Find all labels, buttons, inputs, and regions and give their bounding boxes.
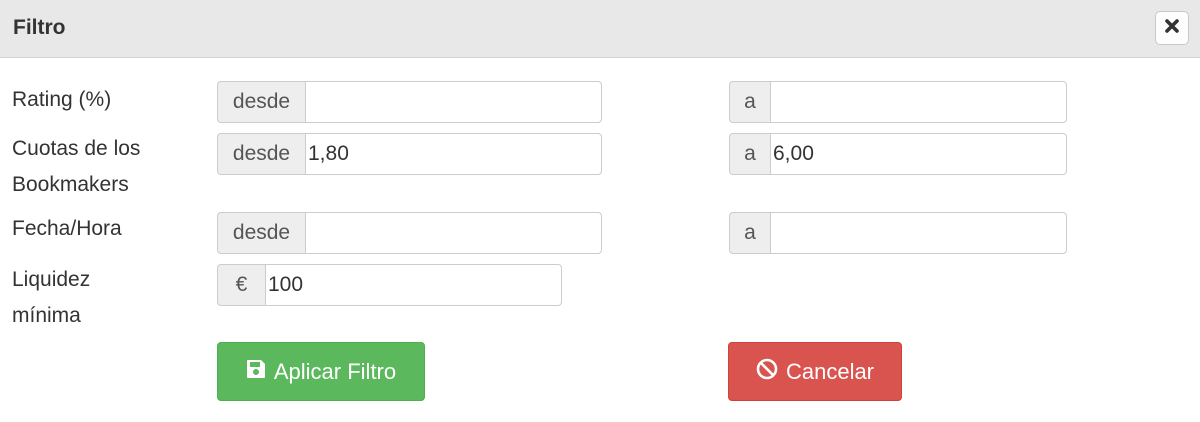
- rating-from-addon: desde: [217, 81, 305, 123]
- rating-to-addon: a: [729, 81, 770, 123]
- apply-filter-button[interactable]: Aplicar Filtro: [217, 342, 425, 401]
- datetime-label: Fecha/Hora: [12, 217, 122, 240]
- odds-from-input[interactable]: 1,80: [305, 133, 602, 175]
- cancel-label: Cancelar: [785, 358, 875, 384]
- rating-to-input[interactable]: [770, 81, 1067, 123]
- dialog-title: Filtro: [13, 16, 66, 39]
- liquidity-currency-addon: €: [217, 264, 265, 306]
- ban-icon: [756, 358, 778, 386]
- datetime-from-input[interactable]: [305, 212, 602, 254]
- rating-label: Rating (%): [12, 88, 112, 111]
- datetime-to-input[interactable]: [770, 212, 1067, 254]
- odds-to-input[interactable]: 6,00: [770, 133, 1067, 175]
- rating-from-input[interactable]: [305, 81, 602, 123]
- apply-filter-label: Aplicar Filtro: [273, 358, 397, 384]
- odds-label-line1: Cuotas de los: [12, 137, 141, 160]
- odds-from-addon: desde: [217, 133, 305, 175]
- close-button[interactable]: [1155, 11, 1189, 45]
- liquidity-label-line2: mínima: [12, 304, 81, 327]
- datetime-to-addon: a: [729, 212, 770, 254]
- liquidity-input[interactable]: 100: [265, 264, 562, 306]
- liquidity-label-line1: Liquidez: [12, 268, 91, 291]
- datetime-from-addon: desde: [217, 212, 305, 254]
- cancel-button[interactable]: Cancelar: [728, 342, 902, 401]
- odds-label-line2: Bookmakers: [12, 173, 129, 196]
- save-icon: [246, 359, 266, 385]
- odds-to-addon: a: [729, 133, 770, 175]
- dialog-header: Filtro: [0, 0, 1200, 58]
- close-icon: [1164, 18, 1180, 39]
